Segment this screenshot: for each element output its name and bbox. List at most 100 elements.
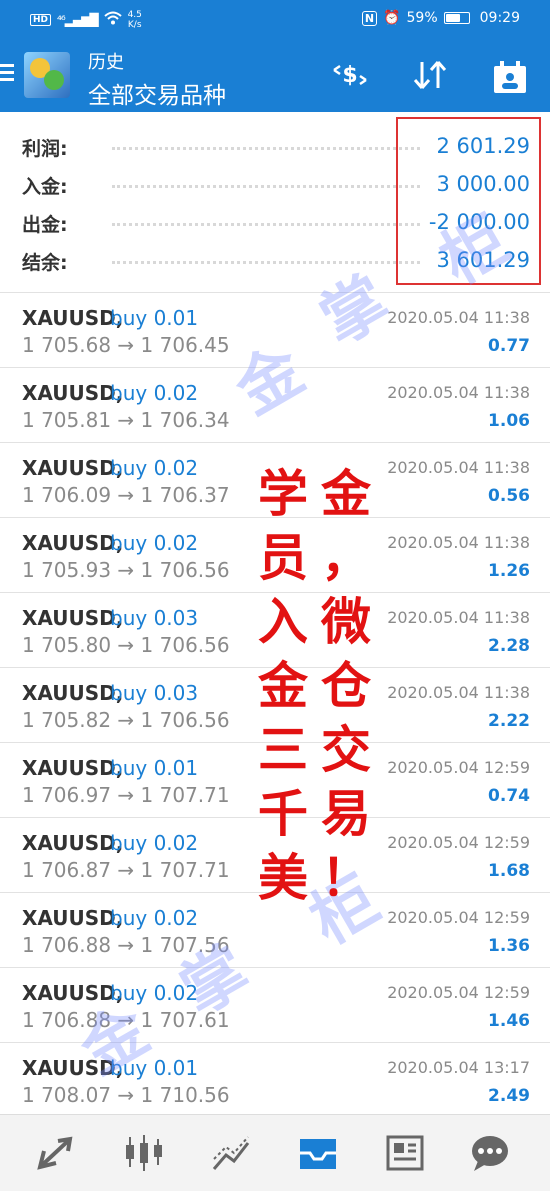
deal-prices: 1 705.93 → 1 706.56 <box>22 558 230 582</box>
deal-side: buy 0.02 <box>110 981 199 1005</box>
deal-profit: 1.68 <box>488 861 530 881</box>
battery-icon <box>443 12 470 24</box>
menu-icon[interactable] <box>0 64 14 84</box>
deal-side: buy 0.02 <box>110 456 199 480</box>
clock: 09:29 <box>479 10 520 26</box>
deal-profit: 0.56 <box>488 486 530 506</box>
speed-unit: K/s <box>127 20 142 30</box>
summary-label: 入金: <box>22 172 76 199</box>
overlay-char: ， <box>321 528 371 587</box>
deal-symbol: XAUUSD, <box>22 756 124 780</box>
summary-label: 结余: <box>22 248 76 275</box>
summary-label: 利润: <box>22 134 76 161</box>
deal-time: 2020.05.04 13:17 <box>387 1058 530 1077</box>
alarm-icon: ⏰ <box>383 10 401 26</box>
deal-time: 2020.05.04 11:38 <box>387 683 530 702</box>
page-title: 历史 <box>88 52 124 73</box>
news-icon[interactable] <box>384 1133 428 1173</box>
status-bar: HD ⁴⁶▂▄▆█ 4.5 K/s N ⏰ 59% 09:29 <box>0 0 550 38</box>
deal-symbol: XAUUSD, <box>22 681 124 705</box>
app-bar: 历史 全部交易品种 $ <box>0 38 550 112</box>
deal-side: buy 0.02 <box>110 531 199 555</box>
deal-profit: 2.49 <box>488 1086 530 1106</box>
calendar-icon[interactable] <box>490 60 530 93</box>
chart-icon[interactable] <box>122 1133 166 1173</box>
deal-side: buy 0.02 <box>110 381 199 405</box>
deal-time: 2020.05.04 11:38 <box>387 458 530 477</box>
deal-symbol: XAUUSD, <box>22 306 124 330</box>
deal-profit: 1.46 <box>488 1011 530 1031</box>
deal-side: buy 0.03 <box>110 681 199 705</box>
deal-side: buy 0.01 <box>110 756 199 780</box>
deal-time: 2020.05.04 12:59 <box>387 908 530 927</box>
battery-percent: 59% <box>406 10 438 26</box>
deal-time: 2020.05.04 11:38 <box>387 383 530 402</box>
nfc-icon: N <box>361 10 378 26</box>
deal-profit: 1.26 <box>488 561 530 581</box>
trade-icon[interactable] <box>210 1133 254 1173</box>
deal-symbol: XAUUSD, <box>22 981 124 1005</box>
deal-row[interactable]: XAUUSD, buy 0.02 1 705.81 → 1 706.34 202… <box>0 367 550 442</box>
overlay-char: 交 <box>321 720 371 779</box>
deal-side: buy 0.01 <box>110 306 199 330</box>
overlay-char: 学 <box>258 464 308 523</box>
deal-symbol: XAUUSD, <box>22 456 124 480</box>
deal-prices: 1 705.82 → 1 706.56 <box>22 708 230 732</box>
deal-time: 2020.05.04 11:38 <box>387 308 530 327</box>
deal-prices: 1 705.68 → 1 706.45 <box>22 333 230 357</box>
currency-exchange-icon[interactable]: $ <box>330 60 370 90</box>
overlay-char: 员 <box>258 528 308 587</box>
overlay-char: 微 <box>321 592 371 651</box>
overlay-char: 美 <box>258 848 308 907</box>
overlay-char: 金 <box>258 656 308 715</box>
highlight-box <box>396 117 541 285</box>
deal-time: 2020.05.04 11:38 <box>387 608 530 627</box>
summary-label: 出金: <box>22 210 76 237</box>
deal-symbol: XAUUSD, <box>22 381 124 405</box>
history-icon[interactable] <box>296 1133 340 1173</box>
speed-value: 4.5 <box>127 10 142 20</box>
overlay-char: ！ <box>321 848 371 907</box>
overlay-char: 千 <box>258 784 308 843</box>
deal-symbol: XAUUSD, <box>22 831 124 855</box>
deal-row[interactable]: XAUUSD, buy 0.01 1 708.07 → 1 710.56 202… <box>0 1042 550 1117</box>
svg-text:$: $ <box>342 63 357 88</box>
chat-icon[interactable] <box>468 1133 512 1173</box>
deal-symbol: XAUUSD, <box>22 906 124 930</box>
deal-profit: 2.22 <box>488 711 530 731</box>
deal-time: 2020.05.04 12:59 <box>387 983 530 1002</box>
deal-prices: 1 708.07 → 1 710.56 <box>22 1083 230 1107</box>
deal-time: 2020.05.04 11:38 <box>387 533 530 552</box>
overlay-char: 易 <box>321 784 371 843</box>
overlay-char: 入 <box>258 592 308 651</box>
app-logo <box>24 52 70 98</box>
quotes-icon[interactable] <box>34 1133 78 1173</box>
symbol-filter[interactable]: 全部交易品种 <box>88 76 226 110</box>
deal-profit: 0.77 <box>488 336 530 356</box>
deal-prices: 1 706.97 → 1 707.71 <box>22 783 230 807</box>
deal-side: buy 0.02 <box>110 831 199 855</box>
deal-side: buy 0.01 <box>110 1056 199 1080</box>
overlay-char: 三 <box>258 720 308 779</box>
deal-symbol: XAUUSD, <box>22 606 124 630</box>
network-type: ⁴⁶ <box>57 13 66 27</box>
network-speed: 4.5 K/s <box>128 10 142 30</box>
deal-prices: 1 705.81 → 1 706.34 <box>22 408 230 432</box>
deal-row[interactable]: XAUUSD, buy 0.01 1 705.68 → 1 706.45 202… <box>0 292 550 367</box>
sort-icon[interactable] <box>410 60 450 90</box>
bottom-nav <box>0 1114 550 1191</box>
deal-prices: 1 705.80 → 1 706.56 <box>22 633 230 657</box>
overlay-char: 金 <box>321 464 371 523</box>
wifi-icon <box>103 11 122 29</box>
deal-time: 2020.05.04 12:59 <box>387 758 530 777</box>
deal-prices: 1 706.87 → 1 707.71 <box>22 858 230 882</box>
deal-profit: 0.74 <box>488 786 530 806</box>
deal-prices: 1 706.09 → 1 706.37 <box>22 483 230 507</box>
deal-profit: 1.36 <box>488 936 530 956</box>
deal-row[interactable]: XAUUSD, buy 0.02 1 706.88 → 1 707.61 202… <box>0 967 550 1042</box>
deal-symbol: XAUUSD, <box>22 531 124 555</box>
signal-icon: ⁴⁶▂▄▆█ <box>57 13 99 27</box>
deal-profit: 1.06 <box>488 411 530 431</box>
deal-side: buy 0.02 <box>110 906 199 930</box>
deal-prices: 1 706.88 → 1 707.61 <box>22 1008 230 1032</box>
